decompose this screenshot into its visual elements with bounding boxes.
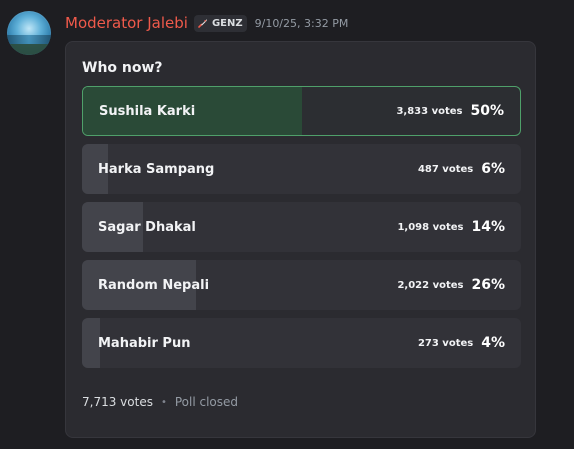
poll-option[interactable]: Harka Sampang 487 votes 6% [82, 144, 521, 194]
poll-option[interactable]: Mahabir Pun 273 votes 4% [82, 318, 521, 368]
poll-option-label: Mahabir Pun [98, 335, 191, 351]
poll-option-label: Harka Sampang [98, 161, 215, 177]
guild-tag-label: GENZ [211, 17, 243, 29]
poll-option[interactable]: Sagar Dhakal 1,098 votes 14% [82, 202, 521, 252]
poll-option-votes: 1,098 votes [397, 221, 464, 233]
username[interactable]: Moderator Jalebi [65, 14, 188, 32]
timestamp[interactable]: 9/10/25, 3:32 PM [255, 17, 349, 30]
poll-option-percent: 50% [470, 103, 504, 119]
avatar-image-band [7, 35, 51, 44]
poll-option[interactable]: Random Nepali 2,022 votes 26% [82, 260, 521, 310]
poll-total-votes[interactable]: 7,713 votes [82, 395, 153, 409]
poll-option-votes: 273 votes [417, 337, 474, 349]
separator-dot: • [160, 396, 167, 408]
poll-option-percent: 6% [481, 161, 505, 177]
poll-question: Who now? [82, 60, 163, 76]
message-header: Moderator Jalebi GENZ 9/10/25, 3:32 PM [65, 13, 348, 33]
poll-option-votes: 3,833 votes [396, 105, 463, 117]
poll-option-percent: 4% [481, 335, 505, 351]
poll-option-percent: 14% [471, 219, 505, 235]
rocket-icon [198, 19, 207, 28]
poll-option-label: Sushila Karki [99, 103, 196, 119]
poll-option-votes: 487 votes [417, 163, 474, 175]
poll-option-label: Random Nepali [98, 277, 210, 293]
poll-footer: 7,713 votes • Poll closed [82, 395, 238, 409]
poll-option-percent: 26% [471, 277, 505, 293]
poll-option-result: 3,833 votes 50% [396, 87, 504, 135]
poll-option-result: 487 votes 6% [418, 144, 505, 194]
poll-option-votes: 2,022 votes [397, 279, 464, 291]
poll-option-label: Sagar Dhakal [98, 219, 196, 235]
poll-option-result: 273 votes 4% [418, 318, 505, 368]
avatar-image-ground [7, 44, 51, 55]
poll-card: Who now? Sushila Karki 3,833 votes 50% H… [65, 41, 536, 438]
guild-tag[interactable]: GENZ [193, 14, 247, 32]
avatar[interactable] [7, 11, 51, 55]
poll-option[interactable]: Sushila Karki 3,833 votes 50% [82, 86, 521, 136]
poll-option-result: 2,022 votes 26% [397, 260, 505, 310]
poll-option-fill [82, 318, 100, 368]
chat-message: Moderator Jalebi GENZ 9/10/25, 3:32 PM W… [0, 0, 574, 449]
poll-option-result: 1,098 votes 14% [397, 202, 505, 252]
poll-status: Poll closed [174, 395, 239, 409]
